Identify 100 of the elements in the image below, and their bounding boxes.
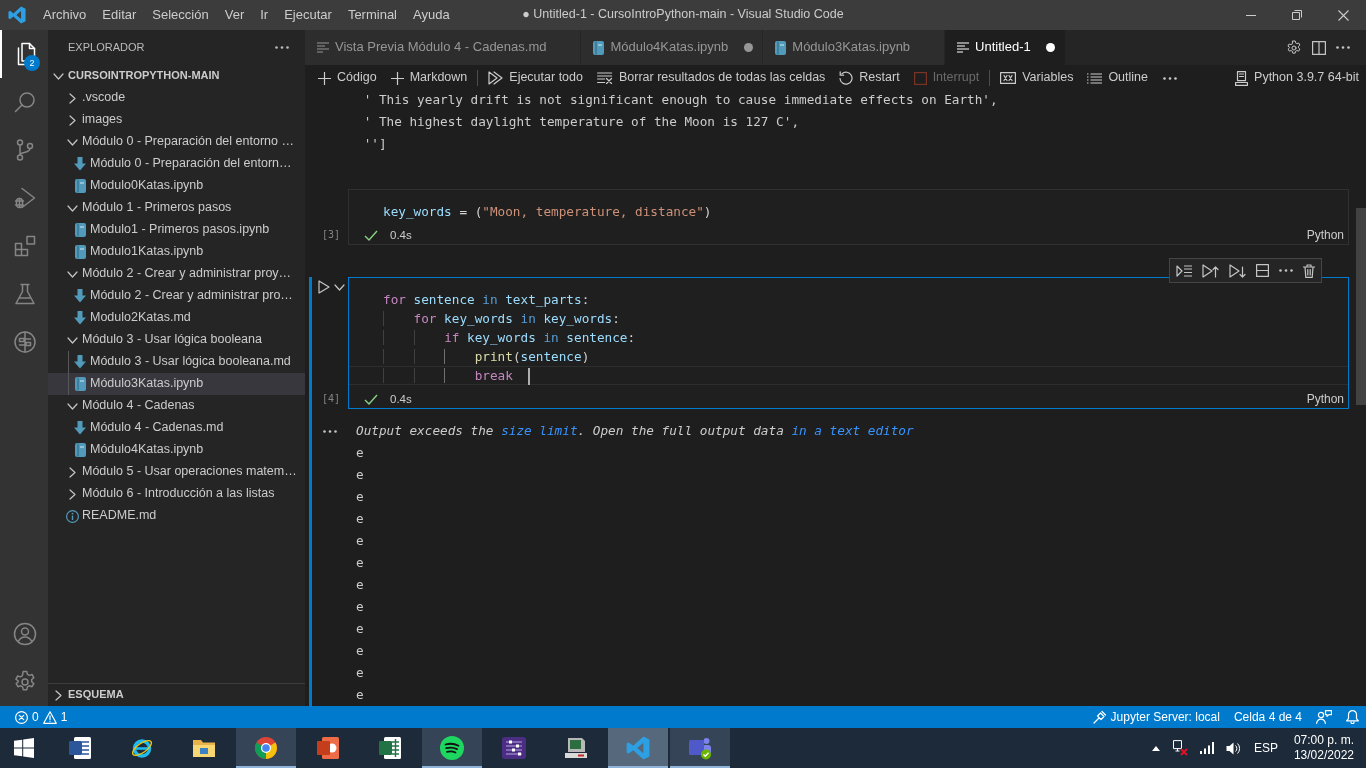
cell-language[interactable]: Python <box>1306 391 1344 407</box>
trash-icon[interactable] <box>1303 263 1315 278</box>
menu-item[interactable]: Editar <box>94 0 145 30</box>
restart-button[interactable]: Restart <box>832 67 907 89</box>
ellipsis-icon[interactable] <box>275 46 289 49</box>
code-line: key_words = ("Moon, temperature, distance") <box>382 203 713 221</box>
run-all-button[interactable]: Ejecutar todo <box>481 67 590 89</box>
add-cell-button[interactable]: Código <box>311 67 384 89</box>
tree-item[interactable]: .vscode <box>48 87 305 109</box>
menu-item[interactable]: Ayuda <box>405 0 458 30</box>
speaker-icon[interactable] <box>1225 741 1240 755</box>
menu-item[interactable]: Archivo <box>35 0 95 30</box>
tree-item[interactable]: Módulo 6 - Introducción a las listas <box>48 483 305 505</box>
output-line: ' The highest daylight temperature of the Moon is 127 C', <box>362 113 801 131</box>
network-icon[interactable] <box>1171 740 1188 756</box>
people-tile-icon <box>688 736 712 760</box>
gear-icon[interactable] <box>1286 39 1302 56</box>
tree-item[interactable]: Módulo3Katas.ipynb <box>48 373 305 395</box>
ellipsis-icon[interactable] <box>1279 269 1293 272</box>
tree-item[interactable]: images <box>48 109 305 131</box>
kernel-button[interactable]: Python 3.9.7 64-bit <box>1228 67 1366 89</box>
editor-tab[interactable]: Untitled-1 <box>945 30 1066 65</box>
scrollbar-thumb[interactable] <box>1356 208 1366 405</box>
lines-icon <box>957 42 970 53</box>
tree-item[interactable]: Módulo 2 - Crear y administrar pro… <box>48 285 305 307</box>
tree-item[interactable]: Módulo 3 - Usar lógica booleana <box>48 329 305 351</box>
output-link[interactable]: size limit <box>501 423 578 438</box>
circle-x-icon <box>15 710 28 724</box>
flask-icon <box>13 282 37 306</box>
ellipsis-icon[interactable] <box>323 430 337 433</box>
output-line: e <box>356 576 365 594</box>
execution-count: [3] <box>321 228 342 242</box>
output-link[interactable]: in a text editor <box>791 423 914 438</box>
execution-count: [4] <box>321 392 342 406</box>
window-panes-icon <box>14 738 34 758</box>
split-view-icon[interactable] <box>1312 40 1326 55</box>
notification-count: 2 <box>24 55 40 71</box>
output-line: e <box>356 488 365 506</box>
taskbar-button[interactable] <box>422 728 482 768</box>
book-icon <box>74 179 86 193</box>
menu-item[interactable]: Ir <box>252 0 277 30</box>
ribbon-logo-icon <box>626 736 650 760</box>
output-line: e <box>356 510 365 528</box>
add-cell-button[interactable]: Markdown <box>383 67 475 89</box>
clear-outputs-button[interactable]: Borrar resultados de todas las celdas <box>589 67 833 89</box>
book-icon <box>74 223 86 237</box>
taskbar-button[interactable] <box>236 728 296 768</box>
window-title: ● Untitled-1 - CursoIntroPython-main - Visual Studio Code <box>522 7 844 23</box>
circular-arrow-icon <box>839 71 854 85</box>
tree-item[interactable]: Modulo0Katas.ipynb <box>48 175 305 197</box>
play-icon[interactable] <box>318 280 330 294</box>
tree-item[interactable]: Módulo 1 - Primeros pasos <box>48 197 305 219</box>
variables-button[interactable]: Variables <box>993 67 1081 89</box>
tree-item[interactable]: Modulo1 - Primeros pasos.ipynb <box>48 219 305 241</box>
tree-item[interactable]: Modulo1Katas.ipynb <box>48 241 305 263</box>
clock-date[interactable]: 13/02/2022 <box>1293 748 1354 763</box>
cell-language[interactable]: Python <box>1306 227 1344 243</box>
editor-tab[interactable]: Módulo3Katas.ipynb <box>763 30 946 65</box>
output-line: ' This yearly drift is not significant enough to cause immediate effects on Earth', <box>362 91 999 109</box>
menu-item[interactable]: Ejecutar <box>276 0 340 30</box>
presentation-tile-icon <box>316 736 340 760</box>
signal-bars-icon[interactable] <box>1199 742 1214 754</box>
menu-item[interactable]: Selección <box>144 0 217 30</box>
cell-position-button[interactable]: Celda 4 de 4 <box>1226 706 1309 728</box>
tree-item[interactable]: Módulo 0 - Preparación del entorno … <box>48 131 305 153</box>
input-language[interactable]: ESP <box>1245 740 1288 756</box>
computer-icon <box>564 736 588 760</box>
tree-item[interactable]: Módulo 0 - Preparación del entorn… <box>48 153 305 175</box>
play-lines-icon[interactable] <box>1176 264 1192 277</box>
code-line: print(sentence) <box>349 347 1348 366</box>
tree-item[interactable]: README.md <box>48 505 305 527</box>
jupyter-server-button[interactable]: Jupyter Server: local <box>1085 706 1227 728</box>
ellipsis-icon[interactable] <box>1336 46 1350 49</box>
problems-button[interactable]: 0 1 <box>8 706 75 728</box>
tree-item[interactable]: Modulo2Katas.md <box>48 307 305 329</box>
clock-time[interactable]: 07:00 p. m. <box>1293 733 1354 748</box>
editor-tab[interactable]: Módulo4Katas.ipynb <box>581 30 764 65</box>
sliders-icon <box>502 736 526 760</box>
outline-button[interactable]: Outline <box>1080 67 1155 89</box>
menu-item[interactable]: Ver <box>216 0 253 30</box>
ellipsis-icon[interactable] <box>1163 76 1177 80</box>
caret-up-icon[interactable] <box>1151 745 1160 751</box>
tree-item[interactable]: Módulo 4 - Cadenas <box>48 395 305 417</box>
code-line: for sentence in text_parts: <box>382 291 591 309</box>
tree-item[interactable]: Módulo4Katas.ipynb <box>48 439 305 461</box>
search-icon <box>13 90 37 114</box>
lines-icon <box>317 42 329 53</box>
folder-header[interactable]: CURSOINTROPYTHON-MAIN <box>48 65 305 87</box>
tree-item[interactable]: Módulo 2 - Crear y administrar proy… <box>48 263 305 285</box>
tree-item[interactable]: Módulo 4 - Cadenas.md <box>48 417 305 439</box>
code-line: for key_words in key_words: <box>349 309 1348 328</box>
editor-tab[interactable]: Vista Previa Módulo 4 - Cadenas.md <box>305 30 582 65</box>
chevron-down-icon[interactable] <box>334 283 345 291</box>
folder-icon <box>192 737 216 759</box>
play-up-icon[interactable] <box>1202 263 1219 278</box>
output-line: e <box>356 598 365 616</box>
play-down-icon[interactable] <box>1229 263 1246 278</box>
menu-item[interactable]: Terminal <box>339 0 405 30</box>
code-line: if key_words in sentence: <box>349 328 1348 347</box>
tree-item[interactable]: Módulo 5 - Usar operaciones matem… <box>48 461 305 483</box>
